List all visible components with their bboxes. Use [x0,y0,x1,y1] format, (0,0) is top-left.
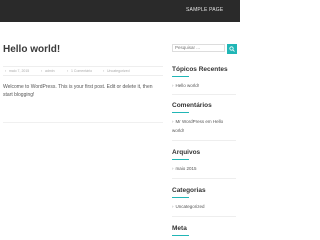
category-item[interactable]: › Uncategorized [172,202,236,211]
widget-title-meta: Meta [172,225,187,232]
widget-title-underline [172,76,189,77]
widget-separator [172,94,236,95]
archive-label[interactable]: maio 2015 [176,166,197,171]
widget-title-underline [172,235,189,236]
archive-item[interactable]: › maio 2015 [172,164,236,173]
calendar-icon: ▪ [5,69,7,73]
post-comments-link[interactable]: 1 Comentário [71,69,92,73]
widget-title-recent-posts: Tópicos Recentes [172,66,228,73]
bullet-icon: › [172,166,174,171]
search-icon [229,46,235,52]
folder-icon: ▪ [103,69,105,73]
post-date[interactable]: maio 7, 2015 [9,69,29,73]
widget-title-underline [172,197,189,198]
widget-title-underline [172,159,189,160]
widget-title-comments: Comentários [172,102,212,109]
top-navigation-bar: SAMPLE PAGE [0,0,240,22]
nav-link-sample-page[interactable]: SAMPLE PAGE [186,7,223,13]
bullet-icon: › [172,204,174,209]
post-category[interactable]: Uncategorized [107,69,130,73]
post-title[interactable]: Hello world! [3,44,60,55]
recent-post-item[interactable]: › Hello world! [172,81,236,90]
post-author[interactable]: admin [45,69,55,73]
recent-comment-label[interactable]: Mr WordPress em Hello world! [172,119,223,133]
recent-post-label[interactable]: Hello world! [176,83,200,88]
comment-icon: ▪ [67,69,69,73]
recent-comment-item[interactable]: › Mr WordPress em Hello world! [172,117,230,135]
divider [3,122,163,123]
widget-title-archives: Arquivos [172,149,201,156]
search-form [172,44,237,54]
user-icon: ▪ [41,69,43,73]
search-input[interactable] [172,44,225,52]
widget-title-categories: Categorias [172,187,206,194]
post-content: Welcome to WordPress. This is your first… [3,84,153,98]
widget-separator [172,178,236,179]
category-label[interactable]: Uncategorized [176,204,205,209]
bullet-icon: › [172,83,174,88]
bullet-icon: › [172,119,174,124]
widget-title-underline [172,112,189,113]
post-meta: ▪ maio 7, 2015 ▪ admin ▪ 1 Comentário ▪ … [3,66,163,76]
widget-separator [172,216,236,217]
search-button[interactable] [227,44,237,54]
widget-separator [172,140,236,141]
